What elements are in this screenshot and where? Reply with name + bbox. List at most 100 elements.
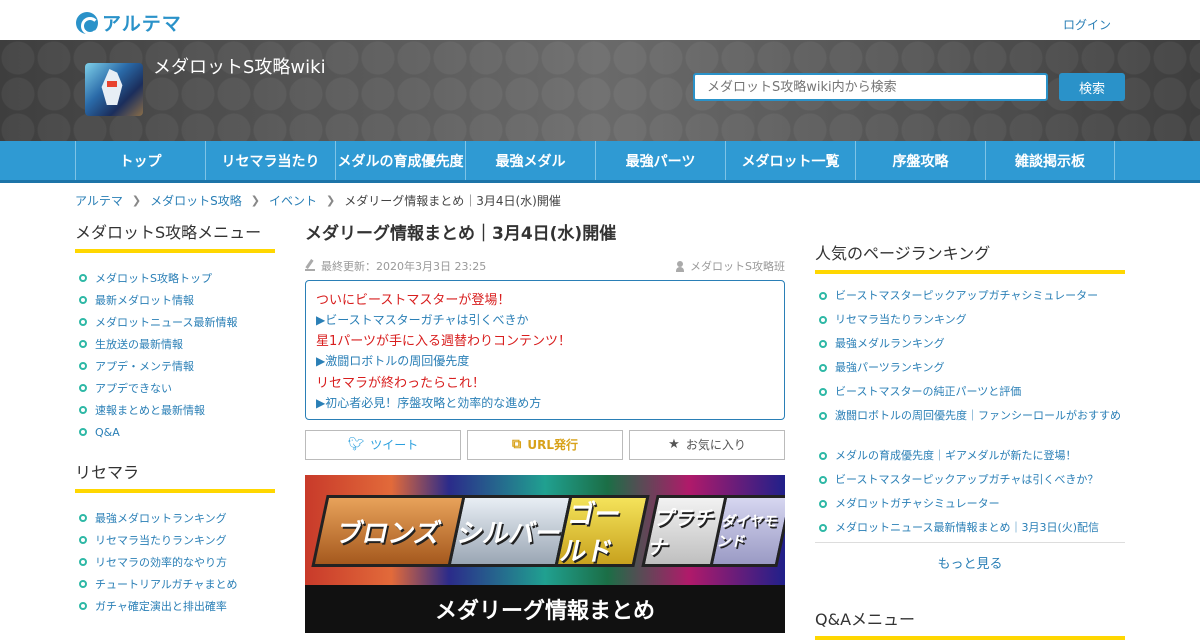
ranking-item[interactable]: 最強メダルランキング (815, 332, 1125, 356)
bullet-icon (79, 602, 87, 610)
bullet-icon (79, 274, 87, 282)
ranking-item[interactable]: ビーストマスターの純正パーツと評価 (815, 380, 1125, 404)
menu-item[interactable]: チュートリアルガチャまとめ (75, 573, 275, 595)
ranking-item[interactable]: ビーストマスターピックアップガチャシミュレーター (815, 284, 1125, 308)
login-link[interactable]: ログイン (1063, 16, 1111, 33)
share-bar: 🐦︎ ツイート ⧉ URL発行 ★ お気に入り (305, 429, 785, 460)
bullet-icon (819, 524, 827, 532)
ranking-heading: 人気のページランキング (815, 240, 1125, 274)
updated-date: 最終更新：2020年3月3日 23:25 (305, 258, 486, 274)
ranking-item[interactable]: 激闘ロボトルの周回優先度｜ファンシーロールがおすすめ (815, 404, 1125, 444)
article-banner: ブロンズ シルバー ゴールド プラチナ ダイヤモンド メダリーグ情報まとめ (305, 474, 785, 633)
bullet-icon (79, 362, 87, 370)
promo-link[interactable]: ▶ビーストマスターガチャは引くべきか (316, 309, 774, 330)
favorite-button[interactable]: ★ お気に入り (629, 429, 785, 460)
ranking-item[interactable]: メダルの育成優先度｜ギアメダルが新たに登場！ (815, 444, 1125, 468)
main-article: メダリーグ情報まとめ｜3月4日(水)開催 最終更新：2020年3月3日 23:2… (305, 219, 785, 633)
promo-headline: 星1パーツが手に入る週替わりコンテンツ！ (316, 334, 572, 350)
risemara-list: 最強メダロットランキング リセマラ当たりランキング リセマラの効率的なやり方 チ… (75, 507, 275, 617)
bullet-icon (819, 412, 827, 420)
bullet-icon (819, 340, 827, 348)
league-bronze-badge: ブロンズ (311, 494, 467, 567)
bullet-icon (819, 452, 827, 460)
search-input[interactable] (693, 73, 1048, 101)
logo-icon (76, 11, 99, 35)
menu-item[interactable]: リセマラ当たりランキング (75, 529, 275, 551)
more-link[interactable]: もっと見る (815, 542, 1125, 582)
menu-item[interactable]: ガチャ確定演出と排出確率 (75, 595, 275, 617)
menu-item[interactable]: 最新メダロット情報 (75, 289, 275, 311)
url-button[interactable]: ⧉ URL発行 (467, 429, 623, 460)
search-button[interactable]: 検索 (1059, 73, 1125, 101)
site-icon[interactable] (85, 63, 143, 116)
chevron-right-icon: ❯ (250, 194, 260, 207)
bullet-icon (79, 318, 87, 326)
breadcrumb-link[interactable]: メダロットS攻略 (150, 192, 242, 209)
menu-item[interactable]: リセマラの効率的なやり方 (75, 551, 275, 573)
breadcrumb: アルテマ ❯ メダロットS攻略 ❯ イベント ❯ メダリーグ情報まとめ｜3月4日… (75, 192, 561, 209)
bullet-icon (819, 292, 827, 300)
tweet-button[interactable]: 🐦︎ ツイート (305, 429, 461, 460)
nav-item-risemara[interactable]: リセマラ当たり (205, 141, 335, 180)
promo-headline: ついにビーストマスターが登場！ (316, 292, 511, 308)
menu-item[interactable]: 生放送の最新情報 (75, 333, 275, 355)
ranking-item[interactable]: リセマラ当たりランキング (815, 308, 1125, 332)
ranking-item[interactable]: 最強パーツランキング (815, 356, 1125, 380)
breadcrumb-link[interactable]: アルテマ (75, 192, 123, 209)
ranking-item[interactable]: ビーストマスターピックアップガチャは引くべきか？ (815, 468, 1125, 492)
promo-link[interactable]: ▶激闘ロボトルの周回優先度 (316, 350, 774, 371)
bullet-icon (79, 558, 87, 566)
nav-item-forum[interactable]: 雑談掲示板 (985, 141, 1115, 180)
site-title[interactable]: メダロットS攻略wiki (153, 53, 326, 79)
pencil-icon (305, 261, 315, 271)
global-nav: トップ リセマラ当たり メダルの育成優先度 最強メダル 最強パーツ メダロット一… (0, 141, 1200, 183)
article-meta: 最終更新：2020年3月3日 23:25 メダロットS攻略班 (305, 258, 785, 274)
user-icon (676, 260, 685, 272)
menu-item[interactable]: メダロットニュース最新情報 (75, 311, 275, 333)
breadcrumb-link[interactable]: イベント (269, 192, 317, 209)
promo-headline: リセマラが終わったらこれ！ (316, 376, 486, 392)
banner-leagues: ブロンズ シルバー ゴールド プラチナ ダイヤモンド (305, 474, 785, 585)
chevron-right-icon: ❯ (131, 194, 142, 207)
menu-item[interactable]: 速報まとめと最新情報 (75, 399, 275, 421)
chevron-right-icon: ❯ (325, 194, 336, 207)
bullet-icon (79, 384, 87, 392)
bullet-icon (79, 580, 87, 588)
promo-link[interactable]: ▶初心者必見！序盤攻略と効率的な進め方 (316, 392, 774, 413)
right-sidebar: 人気のページランキング ビーストマスターピックアップガチャシミュレーター リセマ… (815, 240, 1125, 640)
twitter-bird-icon: 🐦︎ (347, 437, 365, 453)
menu-heading: メダロットS攻略メニュー (75, 219, 275, 253)
ranking-item[interactable]: メダロットガチャシミュレーター (815, 492, 1125, 516)
bullet-icon (79, 406, 87, 414)
banner-caption: メダリーグ情報まとめ (305, 584, 785, 633)
qa-heading: Q&Aメニュー (815, 606, 1125, 640)
menu-item[interactable]: 最強メダロットランキング (75, 507, 275, 529)
page-title: メダリーグ情報まとめ｜3月4日(水)開催 (305, 224, 617, 244)
site-header: メダロットS攻略wiki 検索 (0, 40, 1200, 141)
breadcrumb-current: メダリーグ情報まとめ｜3月4日(水)開催 (344, 194, 561, 208)
nav-item-early-game[interactable]: 序盤攻略 (855, 141, 985, 180)
nav-item-medarot-list[interactable]: メダロット一覧 (725, 141, 855, 180)
bullet-icon (79, 296, 87, 304)
left-sidebar: メダロットS攻略メニュー メダロットS攻略トップ 最新メダロット情報 メダロット… (75, 219, 275, 633)
menu-item[interactable]: アプデできない (75, 377, 275, 399)
nav-item-best-medal[interactable]: 最強メダル (465, 141, 595, 180)
site-logo[interactable]: アルテマ (76, 9, 182, 36)
menu-item[interactable]: アプデ・メンテ情報 (75, 355, 275, 377)
league-silver-badge: シルバー (447, 494, 573, 567)
nav-item-best-parts[interactable]: 最強パーツ (595, 141, 725, 180)
author: メダロットS攻略班 (676, 258, 785, 274)
star-icon: ★ (668, 437, 680, 453)
bullet-icon (819, 388, 827, 396)
nav-item-medal-priority[interactable]: メダルの育成優先度 (335, 141, 465, 180)
menu-item[interactable]: メダロットS攻略トップ (75, 267, 275, 289)
bullet-icon (79, 340, 87, 348)
top-bar: アルテマ ログイン (0, 0, 1200, 40)
bullet-icon (819, 500, 827, 508)
menu-item[interactable]: Q&A (75, 421, 275, 443)
bullet-icon (79, 514, 87, 522)
league-gold-badge: ゴールド (554, 494, 650, 567)
nav-item-top[interactable]: トップ (75, 141, 205, 180)
ranking-item[interactable]: メダロットニュース最新情報まとめ｜3月3日(火)配信 (815, 516, 1125, 540)
bullet-icon (819, 316, 827, 324)
